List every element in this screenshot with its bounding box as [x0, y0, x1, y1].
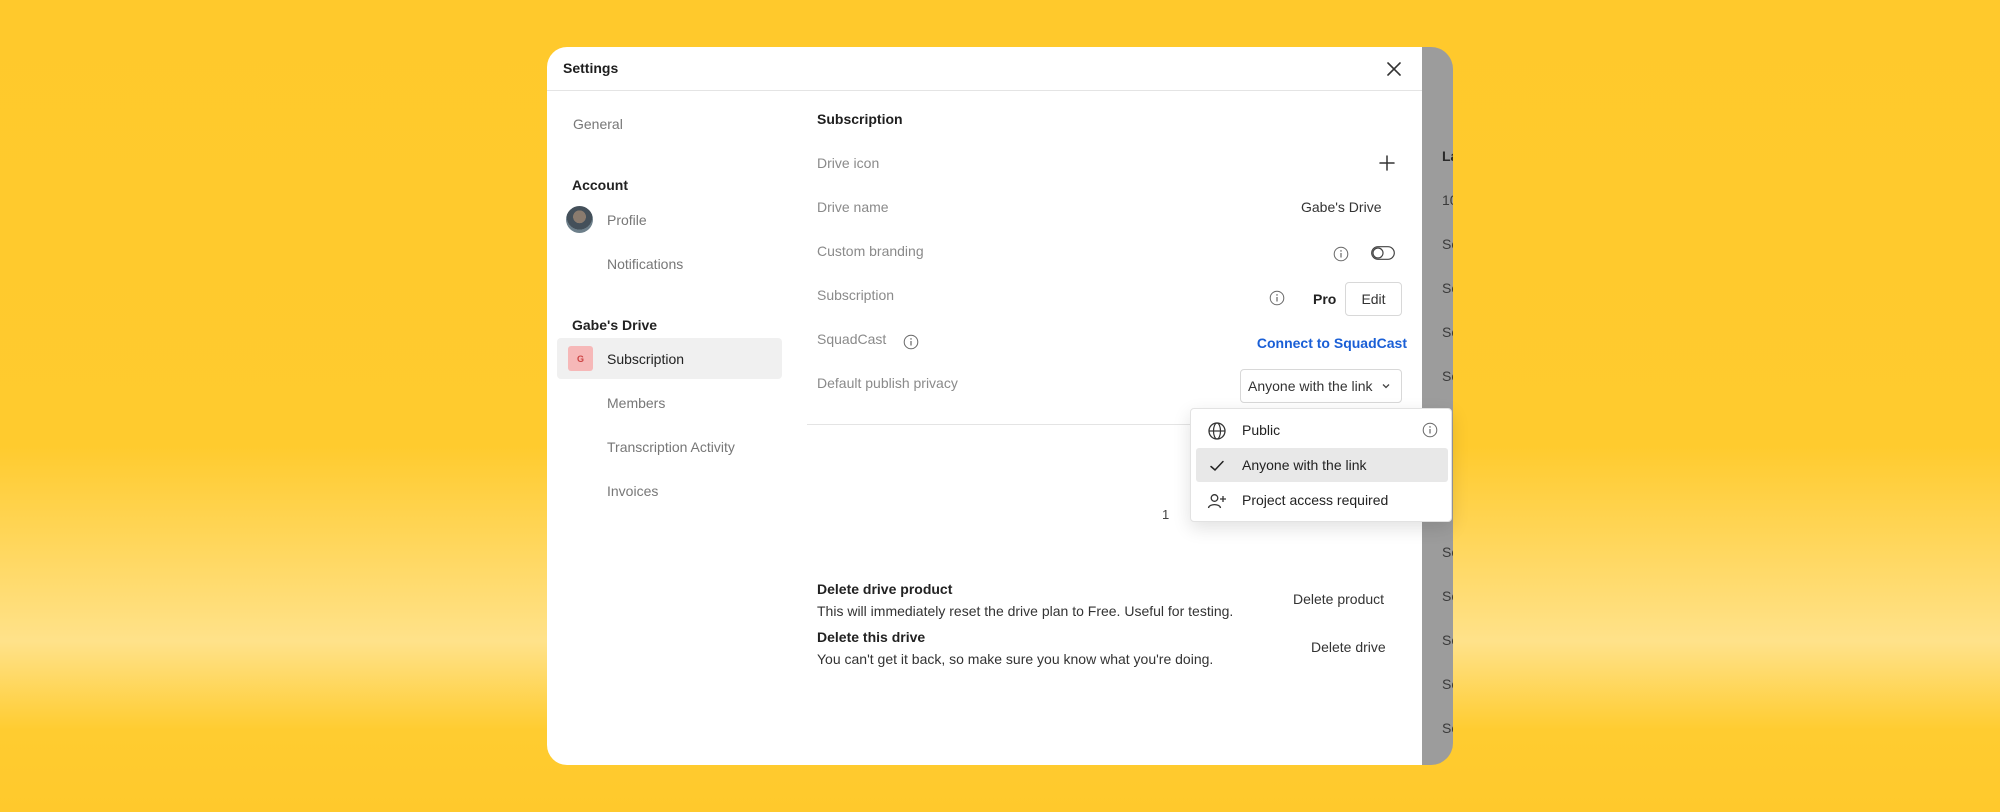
sidebar-item-label: General	[573, 115, 623, 132]
avatar	[566, 206, 593, 233]
sidebar-item-label: Notifications	[607, 255, 684, 272]
toggle-off-icon	[1371, 246, 1395, 260]
background-row: Se	[1442, 280, 1453, 296]
sidebar-item-members[interactable]: Members	[557, 382, 782, 423]
privacy-option-project-access[interactable]: Project access required	[1196, 483, 1448, 517]
modal-title: Settings	[563, 60, 619, 76]
info-icon	[903, 334, 919, 350]
modal-header: Settings	[547, 47, 1422, 91]
background-row: Se	[1442, 544, 1453, 560]
close-button[interactable]	[1382, 57, 1406, 81]
background-row: Se	[1442, 236, 1453, 252]
chevron-down-icon	[1382, 384, 1390, 389]
section-title: Subscription	[817, 111, 903, 127]
sidebar-item-transcription-activity[interactable]: Transcription Activity	[557, 426, 782, 467]
info-icon[interactable]	[1422, 422, 1438, 441]
delete-drive-title: Delete this drive	[817, 629, 926, 645]
drive-name-value[interactable]: Gabe's Drive	[1301, 199, 1381, 215]
info-icon	[1333, 246, 1349, 262]
delete-product-button[interactable]: Delete product	[1293, 591, 1384, 607]
sidebar-item-invoices[interactable]: Invoices	[557, 470, 782, 511]
partial-text: 1	[1162, 507, 1170, 522]
delete-product-title: Delete drive product	[817, 581, 953, 597]
squadcast-label: SquadCast	[817, 331, 887, 347]
edit-subscription-button[interactable]: Edit	[1345, 282, 1402, 316]
close-icon	[1387, 62, 1401, 76]
custom-branding-info[interactable]	[1333, 246, 1349, 262]
drive-name-label: Drive name	[817, 199, 889, 215]
background-row: Se	[1442, 368, 1453, 384]
check-icon	[1207, 456, 1227, 476]
privacy-option-anyone-with-link[interactable]: Anyone with the link	[1196, 448, 1448, 482]
add-drive-icon-button[interactable]	[1375, 151, 1399, 175]
privacy-select[interactable]: Anyone with the link	[1240, 369, 1402, 403]
sidebar-item-subscription[interactable]: G Subscription	[557, 338, 782, 379]
background-row: Se	[1442, 588, 1453, 604]
info-icon	[1269, 290, 1285, 306]
sidebar-heading-drive: Gabe's Drive	[572, 317, 658, 333]
delete-drive-button[interactable]: Delete drive	[1311, 639, 1386, 655]
sidebar-item-label: Transcription Activity	[607, 438, 735, 455]
privacy-select-value: Anyone with the link	[1248, 378, 1373, 394]
connect-squadcast-link[interactable]: Connect to SquadCast	[1257, 335, 1407, 351]
delete-product-description: This will immediately reset the drive pl…	[817, 603, 1234, 619]
globe-icon	[1207, 421, 1227, 441]
sidebar-item-profile[interactable]: Profile	[557, 199, 782, 240]
settings-modal: Settings General Account Profile Notific…	[547, 47, 1422, 765]
sidebar-item-label: Profile	[607, 211, 647, 228]
option-label: Anyone with the link	[1242, 457, 1367, 473]
subscription-plan: Pro	[1313, 291, 1337, 307]
sidebar-item-notifications[interactable]: Notifications	[557, 243, 782, 284]
subscription-info[interactable]	[1269, 290, 1285, 306]
drive-badge: G	[568, 346, 593, 371]
background-row: Se	[1442, 720, 1453, 736]
background-row: Se	[1442, 324, 1453, 340]
sidebar-item-label: Members	[607, 394, 666, 411]
background-row: Se	[1442, 632, 1453, 648]
option-label: Project access required	[1242, 492, 1389, 508]
sidebar-heading-account: Account	[572, 177, 628, 193]
sidebar-item-label: Subscription	[607, 350, 685, 367]
subscription-label: Subscription	[817, 287, 895, 303]
option-label: Public	[1242, 422, 1281, 438]
background-row: 10	[1442, 192, 1453, 208]
background-heading: La	[1442, 148, 1453, 164]
drive-icon-label: Drive icon	[817, 155, 880, 171]
custom-branding-toggle[interactable]	[1371, 245, 1395, 261]
delete-drive-description: You can't get it back, so make sure you …	[817, 651, 1214, 667]
background-row: Se	[1442, 676, 1453, 692]
privacy-label: Default publish privacy	[817, 375, 958, 391]
custom-branding-label: Custom branding	[817, 243, 924, 259]
sidebar-item-general[interactable]: General	[557, 103, 782, 144]
user-plus-icon	[1207, 491, 1227, 511]
privacy-dropdown-menu: Public Anyone with the link Project acce…	[1190, 408, 1452, 522]
plus-icon	[1379, 155, 1395, 171]
privacy-option-public[interactable]: Public	[1196, 413, 1448, 447]
sidebar-item-label: Invoices	[607, 482, 659, 499]
squadcast-info[interactable]	[903, 334, 919, 350]
